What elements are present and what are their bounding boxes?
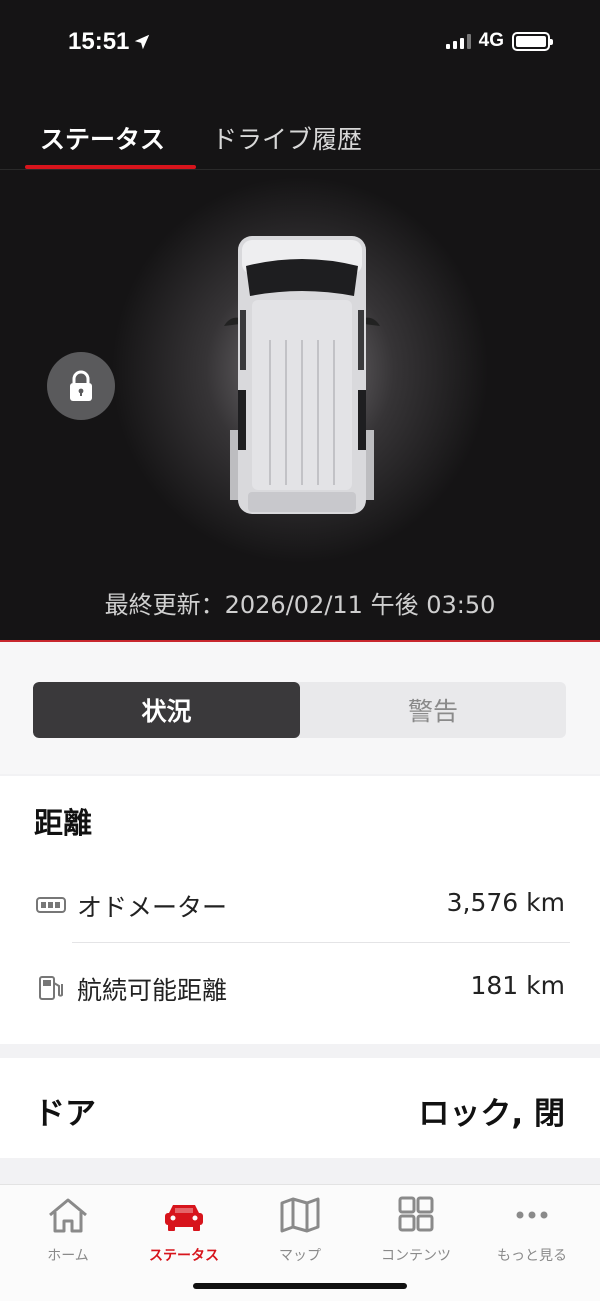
- tabs-divider: [0, 169, 600, 170]
- door-title: ドア: [34, 1096, 96, 1132]
- range-value: 181 km: [470, 971, 566, 1000]
- door-status-value: ロック, 閉: [418, 1096, 565, 1132]
- tab-drive-history[interactable]: ドライブ履歴: [212, 120, 362, 172]
- nav-map[interactable]: マップ: [240, 1185, 360, 1275]
- odometer-value: 3,576 km: [446, 888, 565, 917]
- status-segment-area: 状況 警告: [0, 642, 600, 774]
- nav-map-label: マップ: [279, 1248, 321, 1264]
- location-arrow-icon: [135, 34, 150, 50]
- map-icon: [280, 1197, 320, 1233]
- nav-contents[interactable]: コンテンツ: [356, 1185, 476, 1275]
- segment-condition[interactable]: 状況: [33, 682, 300, 738]
- last-updated-text: 最終更新：2026/02/11 午後 03:50: [104, 591, 496, 619]
- home-icon: [49, 1198, 87, 1233]
- nav-home-label: ホーム: [47, 1248, 89, 1264]
- grid-icon: [398, 1196, 434, 1232]
- range-label: 航続可能距離: [77, 976, 228, 1005]
- more-icon: [516, 1211, 548, 1219]
- fuel-pump-icon: [39, 976, 63, 1000]
- nav-home[interactable]: ホーム: [8, 1185, 128, 1275]
- segment-warning[interactable]: 警告: [300, 682, 566, 738]
- network-type: 4G: [478, 30, 504, 51]
- nav-status[interactable]: ステータス: [124, 1185, 244, 1275]
- lock-toggle-button[interactable]: [47, 352, 115, 420]
- home-indicator: [193, 1283, 407, 1289]
- odometer-row: オドメーター 3,576 km: [0, 870, 600, 940]
- range-row: 航続可能距離 181 km: [0, 953, 600, 1023]
- nav-status-label: ステータス: [149, 1248, 219, 1264]
- vehicle-status-header: 15:51 4G ステータス ドライブ履歴 最終更新：2026/02/11 午後…: [0, 0, 600, 640]
- lock-icon: [70, 370, 92, 401]
- status-time: 15:51: [68, 28, 151, 56]
- battery-icon: [512, 31, 553, 51]
- system-indicators: 4G: [445, 30, 553, 52]
- clock-text: 15:51: [68, 28, 130, 55]
- nav-contents-label: コンテンツ: [381, 1248, 451, 1264]
- distance-card: 距離 オドメーター 3,576 km 航続可能距離 181 km: [0, 776, 600, 1044]
- cell-signal-icon: [445, 33, 471, 49]
- status-bar: 15:51 4G: [0, 0, 600, 82]
- car-top-view-image: [224, 236, 380, 514]
- door-card[interactable]: ドア ロック, 閉: [0, 1058, 600, 1158]
- row-divider: [72, 942, 570, 943]
- car-icon: [165, 1205, 203, 1231]
- distance-title: 距離: [34, 806, 93, 840]
- nav-more[interactable]: もっと見る: [472, 1185, 592, 1275]
- odometer-label: オドメーター: [77, 893, 228, 922]
- segment-control: 状況 警告: [33, 682, 566, 738]
- odometer-icon: [36, 897, 66, 913]
- nav-more-label: もっと見る: [497, 1248, 567, 1264]
